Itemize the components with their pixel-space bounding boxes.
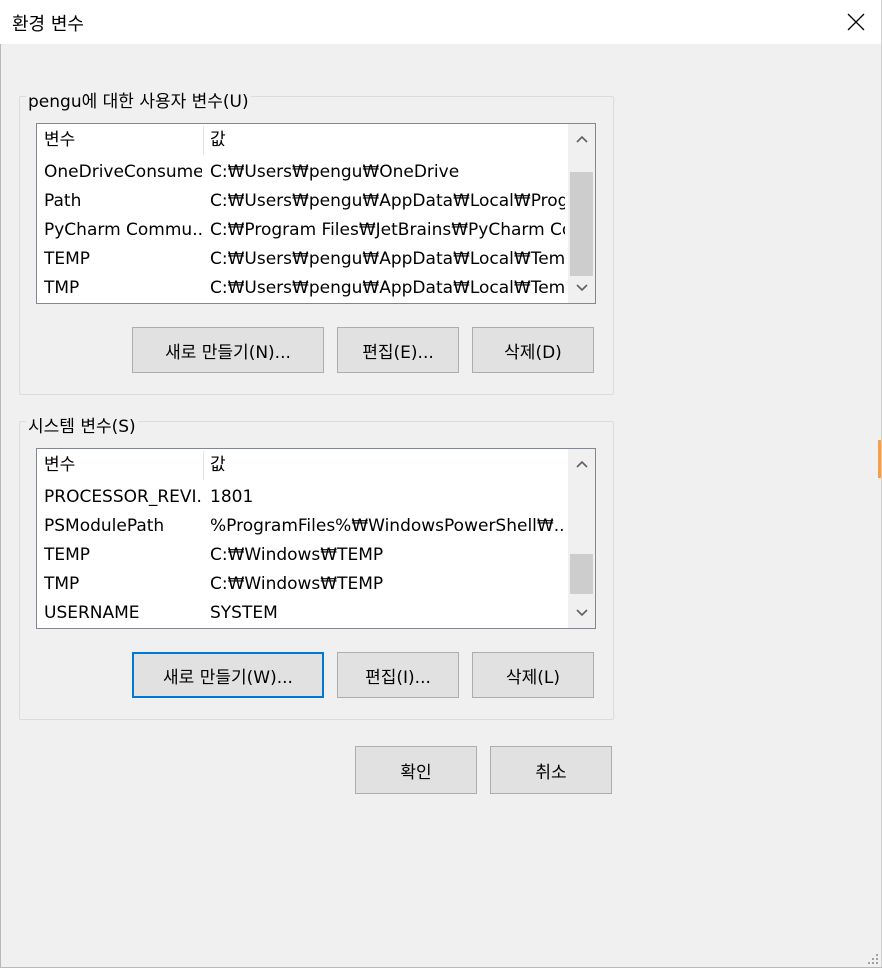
table-row[interactable]: PSModulePath %ProgramFiles%₩WindowsPower… [37, 512, 568, 541]
table-row[interactable]: Path C:₩Users₩pengu₩AppData₩Local₩Progr.… [37, 187, 568, 216]
scroll-down-button[interactable] [568, 273, 595, 303]
variable-value: C:₩Users₩pengu₩AppData₩Local₩Temp [210, 278, 565, 298]
variable-value: C:₩Windows₩TEMP [210, 545, 384, 565]
table-row[interactable]: OneDriveConsumer C:₩Users₩pengu₩OneDrive [37, 158, 568, 187]
scroll-down-button[interactable] [568, 598, 595, 628]
close-icon [847, 13, 865, 31]
chevron-down-icon [575, 284, 588, 292]
user-edit-button[interactable]: 편집(E)... [337, 327, 459, 373]
variable-value: SYSTEM [210, 603, 278, 623]
column-divider[interactable] [203, 451, 204, 480]
table-row[interactable]: PROCESSOR_REVI... 1801 [37, 483, 568, 512]
table-row[interactable]: TEMP C:₩Windows₩TEMP [37, 541, 568, 570]
scroll-up-button[interactable] [568, 449, 595, 479]
user-delete-button[interactable]: 삭제(D) [472, 327, 594, 373]
system-edit-button[interactable]: 편집(I)... [337, 652, 459, 698]
list-header: 변수 값 [37, 451, 568, 480]
table-row[interactable]: TMP C:₩Users₩pengu₩AppData₩Local₩Temp [37, 274, 568, 303]
system-new-button[interactable]: 새로 만들기(W)... [132, 652, 324, 698]
scroll-thumb[interactable] [570, 172, 593, 276]
variable-name: TMP [44, 278, 80, 298]
user-variables-list[interactable]: 변수 값 OneDriveConsumer C:₩Users₩pengu₩One… [36, 123, 596, 304]
variable-name: PROCESSOR_REVI... [44, 487, 202, 507]
vertical-scrollbar[interactable] [568, 124, 595, 303]
scroll-up-button[interactable] [568, 124, 595, 154]
variable-name: OneDriveConsumer [44, 162, 202, 182]
chevron-up-icon [575, 135, 588, 143]
variable-value: C:₩Users₩pengu₩AppData₩Local₩Progr... [210, 191, 565, 211]
variable-value: C:₩Users₩pengu₩OneDrive [210, 162, 460, 182]
variable-value: %ProgramFiles%₩WindowsPowerShell₩... [210, 516, 565, 536]
variable-name: TMP [44, 574, 80, 594]
window-title: 환경 변수 [12, 14, 84, 35]
column-header-variable[interactable]: 변수 [44, 126, 202, 155]
chevron-down-icon [575, 609, 588, 617]
title-bar: 환경 변수 [0, 0, 882, 44]
variable-value: C:₩Users₩pengu₩AppData₩Local₩Temp [210, 249, 565, 269]
system-variables-label: 시스템 변수(S) [26, 412, 138, 437]
window-border-left [0, 44, 1, 968]
chevron-up-icon [575, 460, 588, 468]
table-row[interactable]: TMP C:₩Windows₩TEMP [37, 570, 568, 599]
column-header-value[interactable]: 값 [210, 126, 565, 155]
variable-name: USERNAME [44, 603, 140, 623]
list-header: 변수 값 [37, 126, 568, 155]
column-divider[interactable] [203, 126, 204, 155]
variable-name: PyCharm Commu... [44, 220, 202, 240]
column-header-value[interactable]: 값 [210, 451, 565, 480]
column-header-variable[interactable]: 변수 [44, 451, 202, 480]
variable-value: 1801 [210, 487, 254, 507]
vertical-scrollbar[interactable] [568, 449, 595, 628]
system-delete-button[interactable]: 삭제(L) [472, 652, 594, 698]
resize-grip-icon[interactable] [867, 953, 879, 965]
variable-name: Path [44, 191, 82, 211]
close-button[interactable] [830, 0, 882, 44]
cancel-button[interactable]: 취소 [490, 746, 612, 794]
scroll-thumb[interactable] [570, 554, 593, 594]
user-variables-label: pengu에 대한 사용자 변수(U) [26, 87, 251, 112]
ok-button[interactable]: 확인 [355, 746, 477, 794]
variable-name: TEMP [44, 545, 91, 565]
variable-value: C:₩Program Files₩JetBrains₩PyCharm Co... [210, 220, 565, 240]
variable-value: C:₩Windows₩TEMP [210, 574, 384, 594]
variable-name: PSModulePath [44, 516, 165, 536]
edge-accent [878, 440, 881, 478]
variable-name: TEMP [44, 249, 91, 269]
table-row[interactable]: USERNAME SYSTEM [37, 599, 568, 628]
table-row[interactable]: PyCharm Commu... C:₩Program Files₩JetBra… [37, 216, 568, 245]
user-new-button[interactable]: 새로 만들기(N)... [132, 327, 324, 373]
table-row[interactable]: TEMP C:₩Users₩pengu₩AppData₩Local₩Temp [37, 245, 568, 274]
system-variables-list[interactable]: 변수 값 PROCESSOR_REVI... 1801 PSModulePath… [36, 448, 596, 629]
